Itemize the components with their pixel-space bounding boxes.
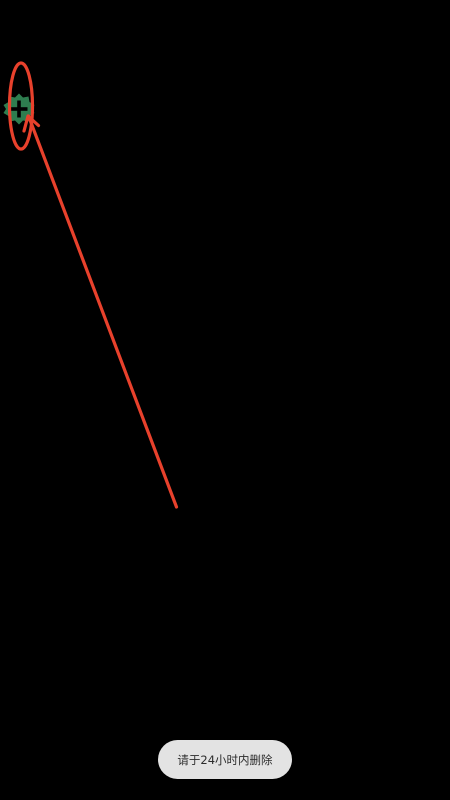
pointer-arrow: [22, 114, 179, 509]
screen-background: 请于24小时内删除: [0, 0, 450, 800]
add-badge-button[interactable]: [2, 92, 36, 126]
annotation-overlay: [7, 61, 179, 509]
add-badge-icon: [3, 93, 35, 125]
toast-notification: 请于24小时内删除: [158, 740, 292, 779]
toast-message: 请于24小时内删除: [177, 752, 273, 767]
